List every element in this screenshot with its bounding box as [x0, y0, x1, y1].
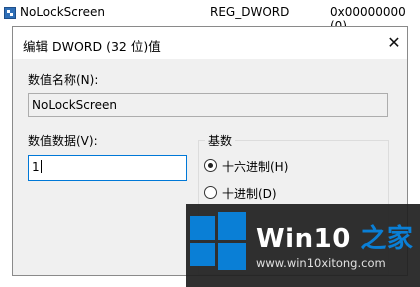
registry-value-row[interactable]: NoLockScreen REG_DWORD 0x00000000 (0) — [0, 0, 420, 33]
radio-decimal-label: 十进制(D) — [222, 187, 277, 201]
watermark-brand: Win10 之家 — [256, 218, 413, 255]
radio-unselected-icon — [204, 186, 217, 199]
value-name-field: NoLockScreen — [28, 93, 388, 117]
close-icon: ✕ — [387, 33, 401, 52]
registry-value-type: REG_DWORD — [210, 5, 290, 19]
value-data-input[interactable]: 1 — [28, 155, 187, 181]
radio-hexadecimal-label: 十六进制(H) — [222, 160, 289, 174]
value-data-label: 数值数据(V): — [28, 134, 98, 148]
close-button[interactable]: ✕ — [382, 31, 406, 55]
watermark-url: www.win10xitong.com — [256, 256, 386, 270]
registry-value-name: NoLockScreen — [20, 5, 105, 19]
dialog-title: 编辑 DWORD (32 位)值 — [23, 39, 161, 54]
radio-selected-icon — [204, 159, 217, 172]
windows-logo-icon — [190, 212, 246, 270]
registry-binary-value-icon — [4, 7, 16, 19]
value-name-label: 数值名称(N): — [28, 73, 99, 87]
value-name-text: NoLockScreen — [32, 98, 117, 112]
base-group-label: 基数 — [205, 132, 236, 149]
text-caret — [40, 160, 42, 173]
watermark-brand-suffix: 之家 — [350, 224, 414, 254]
watermark-brand-prefix: Win10 — [256, 224, 351, 254]
value-data-text: 1 — [32, 160, 40, 174]
